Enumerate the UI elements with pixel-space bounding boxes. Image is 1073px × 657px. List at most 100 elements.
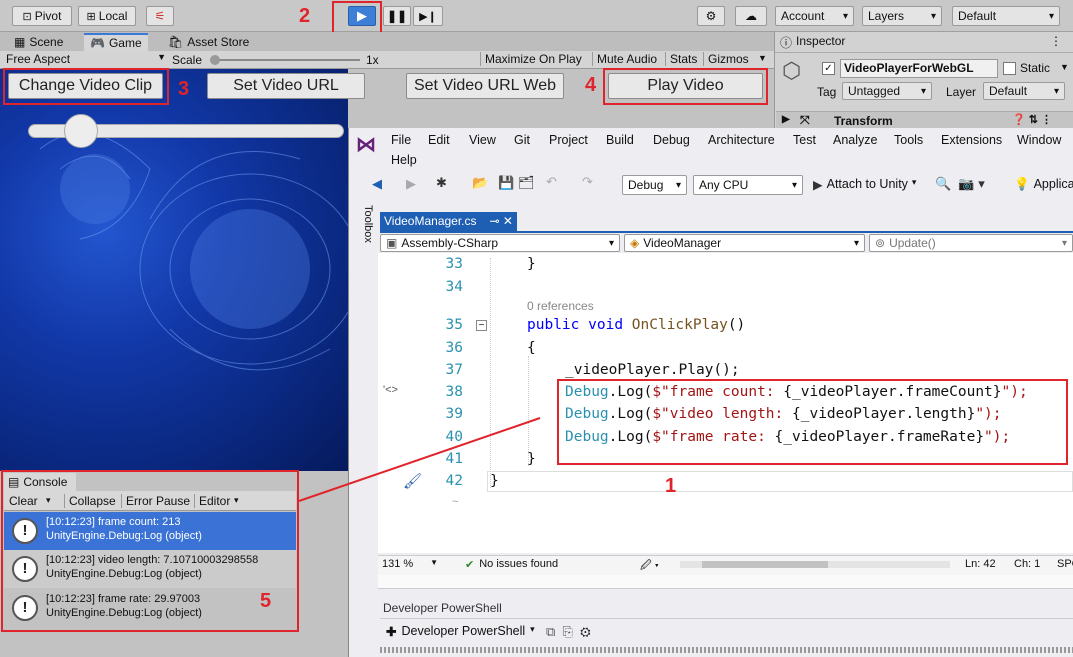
step-button[interactable]: ▶❙ bbox=[413, 6, 443, 26]
scroll-thumb[interactable] bbox=[702, 561, 828, 568]
nav-member-dropdown[interactable]: ⊚ Update() bbox=[869, 234, 1073, 252]
active-checkbox[interactable]: ✓ bbox=[822, 62, 835, 75]
menu-help[interactable]: Help bbox=[391, 153, 417, 167]
menu-test[interactable]: Test bbox=[793, 133, 816, 147]
new-powershell-button[interactable]: ✚ Developer PowerShell ▾ bbox=[386, 624, 535, 639]
chevron-down-icon: ▼ bbox=[430, 558, 438, 567]
scale-slider[interactable] bbox=[210, 55, 360, 65]
account-dropdown[interactable]: Account bbox=[775, 6, 854, 26]
transform-icon: ⤧ bbox=[800, 113, 810, 127]
snap-button[interactable]: ⚟ bbox=[146, 6, 174, 26]
collapse-button[interactable]: Collapse bbox=[64, 494, 116, 508]
menu-tools[interactable]: Tools bbox=[894, 133, 923, 147]
line-indicator: Ln: 42 bbox=[965, 558, 996, 570]
open-icon[interactable]: 📂 bbox=[472, 175, 488, 191]
editor-chevron-icon[interactable]: ▾ bbox=[234, 495, 239, 506]
console-icon: ▤ bbox=[8, 475, 20, 489]
scale-slider-knob[interactable] bbox=[210, 55, 220, 65]
tab-scene[interactable]: ▦ Scene bbox=[8, 33, 69, 51]
play-icon: ▶ bbox=[357, 8, 367, 23]
platform-dropdown[interactable]: Any CPU bbox=[693, 175, 803, 195]
horizontal-scrollbar[interactable] bbox=[680, 561, 950, 568]
line-number: 40 bbox=[445, 429, 463, 445]
change-video-clip-button[interactable]: Change Video Clip bbox=[8, 73, 163, 99]
menu-file[interactable]: File bbox=[391, 133, 411, 147]
forward-icon[interactable]: ▶ bbox=[406, 176, 416, 192]
console-tab[interactable]: ▤ Console bbox=[4, 473, 76, 491]
layer-dropdown[interactable]: Default bbox=[983, 82, 1065, 100]
menu-analyze[interactable]: Analyze bbox=[833, 133, 877, 147]
clear-chevron-icon[interactable]: ▾ bbox=[46, 495, 51, 506]
local-button[interactable]: ⊞ Local bbox=[78, 6, 136, 26]
cloud-button[interactable]: ☁ bbox=[735, 6, 767, 26]
mute-audio-button[interactable]: Mute Audio bbox=[592, 52, 661, 66]
applica-button[interactable]: 💡 Applica bbox=[1014, 177, 1073, 192]
menu-edit[interactable]: Edit bbox=[428, 133, 450, 147]
redo-icon[interactable]: ↷ bbox=[582, 174, 593, 190]
menu-view[interactable]: View bbox=[469, 133, 496, 147]
toolbox-tab[interactable]: Toolbox bbox=[352, 205, 374, 265]
powershell-tools[interactable]: ⧉ ⎘ ⚙ bbox=[546, 624, 591, 640]
static-chevron-icon[interactable]: ▼ bbox=[1060, 62, 1069, 72]
new-project-icon[interactable]: ✱ bbox=[436, 175, 447, 191]
static-checkbox[interactable] bbox=[1003, 62, 1016, 75]
pause-button[interactable]: ❚❚ bbox=[383, 6, 411, 26]
references-codelens[interactable]: 0 references bbox=[527, 299, 594, 313]
transform-header[interactable]: ▶ ⤧ Transform ❓ ⇅ ⋮ bbox=[776, 111, 1073, 129]
menu-project[interactable]: Project bbox=[549, 133, 588, 147]
log-entry[interactable]: ! [10:12:23] frame rate: 29.97003 UnityE… bbox=[4, 589, 296, 627]
pivot-button[interactable]: ⊡ Pivot bbox=[12, 6, 72, 26]
file-tab[interactable]: VideoManager.cs ⊸ ✕ bbox=[380, 212, 517, 231]
gear-icon[interactable]: ⚙ bbox=[580, 624, 591, 639]
menu-debug[interactable]: Debug bbox=[653, 133, 690, 147]
log-entry[interactable]: ! [10:12:23] frame count: 213 UnityEngin… bbox=[4, 512, 296, 550]
scale-value: 1x bbox=[366, 53, 379, 67]
pin-icon[interactable]: ⊸ ✕ bbox=[490, 214, 513, 229]
attach-to-unity-button[interactable]: ▶ Attach to Unity ▾ bbox=[813, 177, 916, 192]
undo-icon[interactable]: ↶ bbox=[546, 174, 557, 190]
set-video-url-web-button[interactable]: Set Video URL Web bbox=[406, 73, 564, 99]
brush-icon[interactable]: 🖌 bbox=[403, 472, 422, 490]
editor-dropdown[interactable]: Editor bbox=[194, 494, 230, 508]
back-icon[interactable]: ◀ bbox=[372, 176, 382, 192]
vs-toolbar-icons[interactable]: 🔍 📷 ▾ bbox=[935, 176, 985, 192]
aspect-dropdown[interactable]: Free Aspect ▼ bbox=[6, 52, 166, 66]
zoom-dropdown[interactable]: 131 % ▼ bbox=[382, 558, 438, 570]
code-editor[interactable] bbox=[378, 253, 1073, 553]
maximize-on-play-button[interactable]: Maximize On Play bbox=[480, 52, 586, 66]
save-all-icon[interactable]: 🗂 bbox=[518, 175, 535, 191]
save-icon[interactable]: 💾 bbox=[498, 175, 514, 191]
gizmos-dropdown[interactable]: Gizmos bbox=[703, 52, 753, 66]
tag-dropdown[interactable]: Untagged bbox=[842, 82, 932, 100]
menu-window[interactable]: Window bbox=[1017, 133, 1061, 147]
menu-extensions[interactable]: Extensions bbox=[941, 133, 1002, 147]
error-pause-button[interactable]: Error Pause bbox=[121, 494, 190, 508]
nav-project-dropdown[interactable]: ▣ Assembly-CSharp bbox=[380, 234, 620, 252]
menu-build[interactable]: Build bbox=[606, 133, 634, 147]
collab-button[interactable]: ⚙ bbox=[697, 6, 725, 26]
layout-dropdown[interactable]: Default bbox=[952, 6, 1060, 26]
cleanup-icon[interactable]: 🖉 ▾ bbox=[640, 557, 659, 576]
tab-asset-store[interactable]: 🛍 Asset Store bbox=[162, 33, 255, 51]
collapse-toggle-icon[interactable]: − bbox=[476, 320, 487, 331]
video-seek-knob[interactable] bbox=[64, 114, 98, 148]
play-video-button[interactable]: Play Video bbox=[608, 73, 763, 99]
tab-game[interactable]: 🎮 Game bbox=[84, 33, 148, 51]
stats-button[interactable]: Stats bbox=[665, 52, 701, 66]
config-dropdown[interactable]: Debug bbox=[622, 175, 687, 195]
layers-dropdown[interactable]: Layers bbox=[862, 6, 942, 26]
inspector-menu-icon[interactable]: ⋮ bbox=[1050, 34, 1062, 48]
nav-class-dropdown[interactable]: ◈ VideoManager bbox=[624, 234, 865, 252]
video-seek-slider[interactable] bbox=[28, 114, 344, 148]
log-entry[interactable]: ! [10:12:23] video length: 7.10710003298… bbox=[4, 550, 296, 588]
issues-indicator[interactable]: ✔ No issues found bbox=[465, 558, 558, 571]
object-name-field[interactable]: VideoPlayerForWebGL bbox=[840, 59, 998, 78]
menu-architecture[interactable]: Architecture bbox=[708, 133, 775, 147]
tab-inspector[interactable]: ⓘ Inspector bbox=[780, 34, 845, 51]
set-video-url-button[interactable]: Set Video URL bbox=[207, 73, 365, 99]
info-log-icon: ! bbox=[12, 595, 38, 621]
clear-button[interactable]: Clear bbox=[9, 494, 38, 508]
play-button[interactable]: ▶ bbox=[348, 6, 376, 26]
info-log-icon: ! bbox=[12, 556, 38, 582]
menu-git[interactable]: Git bbox=[514, 133, 530, 147]
